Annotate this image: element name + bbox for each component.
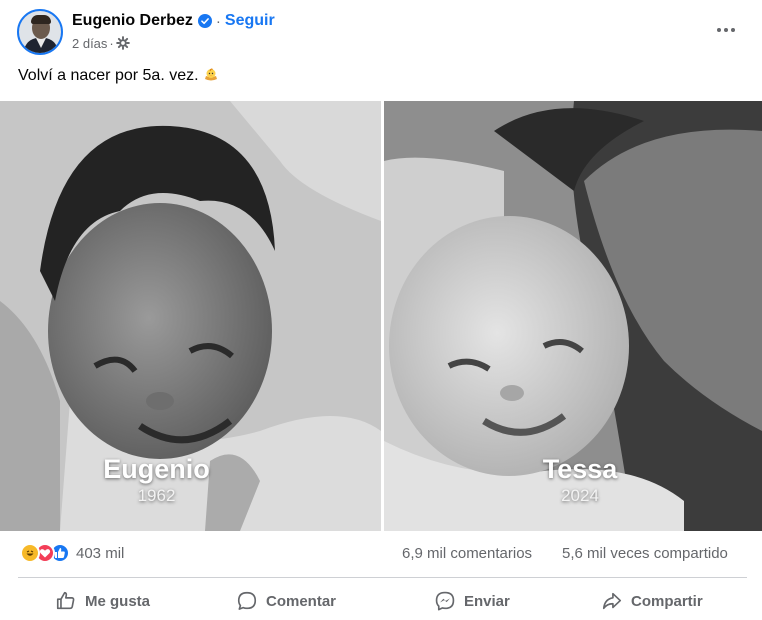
shares-count[interactable]: 5,6 mil veces compartido (562, 545, 728, 562)
meta-separator: · (109, 35, 114, 51)
photo-eugenio[interactable]: Eugenio 1962 (0, 101, 381, 531)
haha-icon (20, 543, 40, 563)
more-options-icon[interactable] (706, 18, 746, 42)
verified-badge-icon (197, 14, 212, 28)
photo-name-right: Tessa (542, 454, 618, 484)
reaction-count: 403 mil (76, 544, 125, 562)
header-separator: · (215, 12, 221, 30)
audience-settings-icon[interactable] (115, 36, 130, 50)
stats-divider (18, 577, 747, 578)
comment-icon (237, 591, 257, 610)
author-line: Eugenio Derbez · Seguir (72, 11, 275, 31)
reactions-summary[interactable]: 403 mil (20, 543, 124, 563)
send-button[interactable]: Enviar (434, 583, 510, 619)
photo-name-left: Eugenio (103, 454, 210, 484)
post-actions: Me gusta Comentar Enviar Compartir (0, 583, 762, 619)
follow-button[interactable]: Seguir (225, 12, 275, 30)
author-name[interactable]: Eugenio Derbez (72, 12, 193, 30)
post-stats: 403 mil 6,9 mil comentarios 5,6 mil vece… (0, 539, 762, 569)
photo-tessa[interactable]: Tessa 2024 (384, 101, 762, 531)
comment-label: Comentar (266, 592, 337, 610)
post-caption: Volví a nacer por 5a. vez. (18, 66, 219, 85)
post-header: Eugenio Derbez · Seguir 2 días · (0, 0, 762, 62)
post-timestamp[interactable]: 2 días (72, 36, 107, 51)
post-meta: 2 días · (72, 34, 130, 52)
photo-year-left: 1962 (137, 486, 176, 505)
post-photo-collage[interactable]: Eugenio 1962 Tessa 2024 (0, 101, 762, 531)
baby-chick-icon (204, 68, 217, 81)
comment-button[interactable]: Comentar (236, 583, 336, 619)
send-label: Enviar (464, 592, 510, 610)
share-label: Compartir (631, 592, 703, 610)
like-button[interactable]: Me gusta (55, 583, 150, 619)
messenger-icon (435, 591, 455, 611)
thumbs-up-icon (56, 591, 75, 610)
share-button[interactable]: Compartir (601, 583, 703, 619)
share-icon (602, 592, 622, 610)
author-avatar[interactable] (17, 9, 63, 55)
caption-text: Volví a nacer por 5a. vez. (18, 67, 199, 84)
photo-year-right: 2024 (561, 486, 599, 505)
like-label: Me gusta (85, 592, 151, 610)
comments-count[interactable]: 6,9 mil comentarios (402, 545, 532, 562)
